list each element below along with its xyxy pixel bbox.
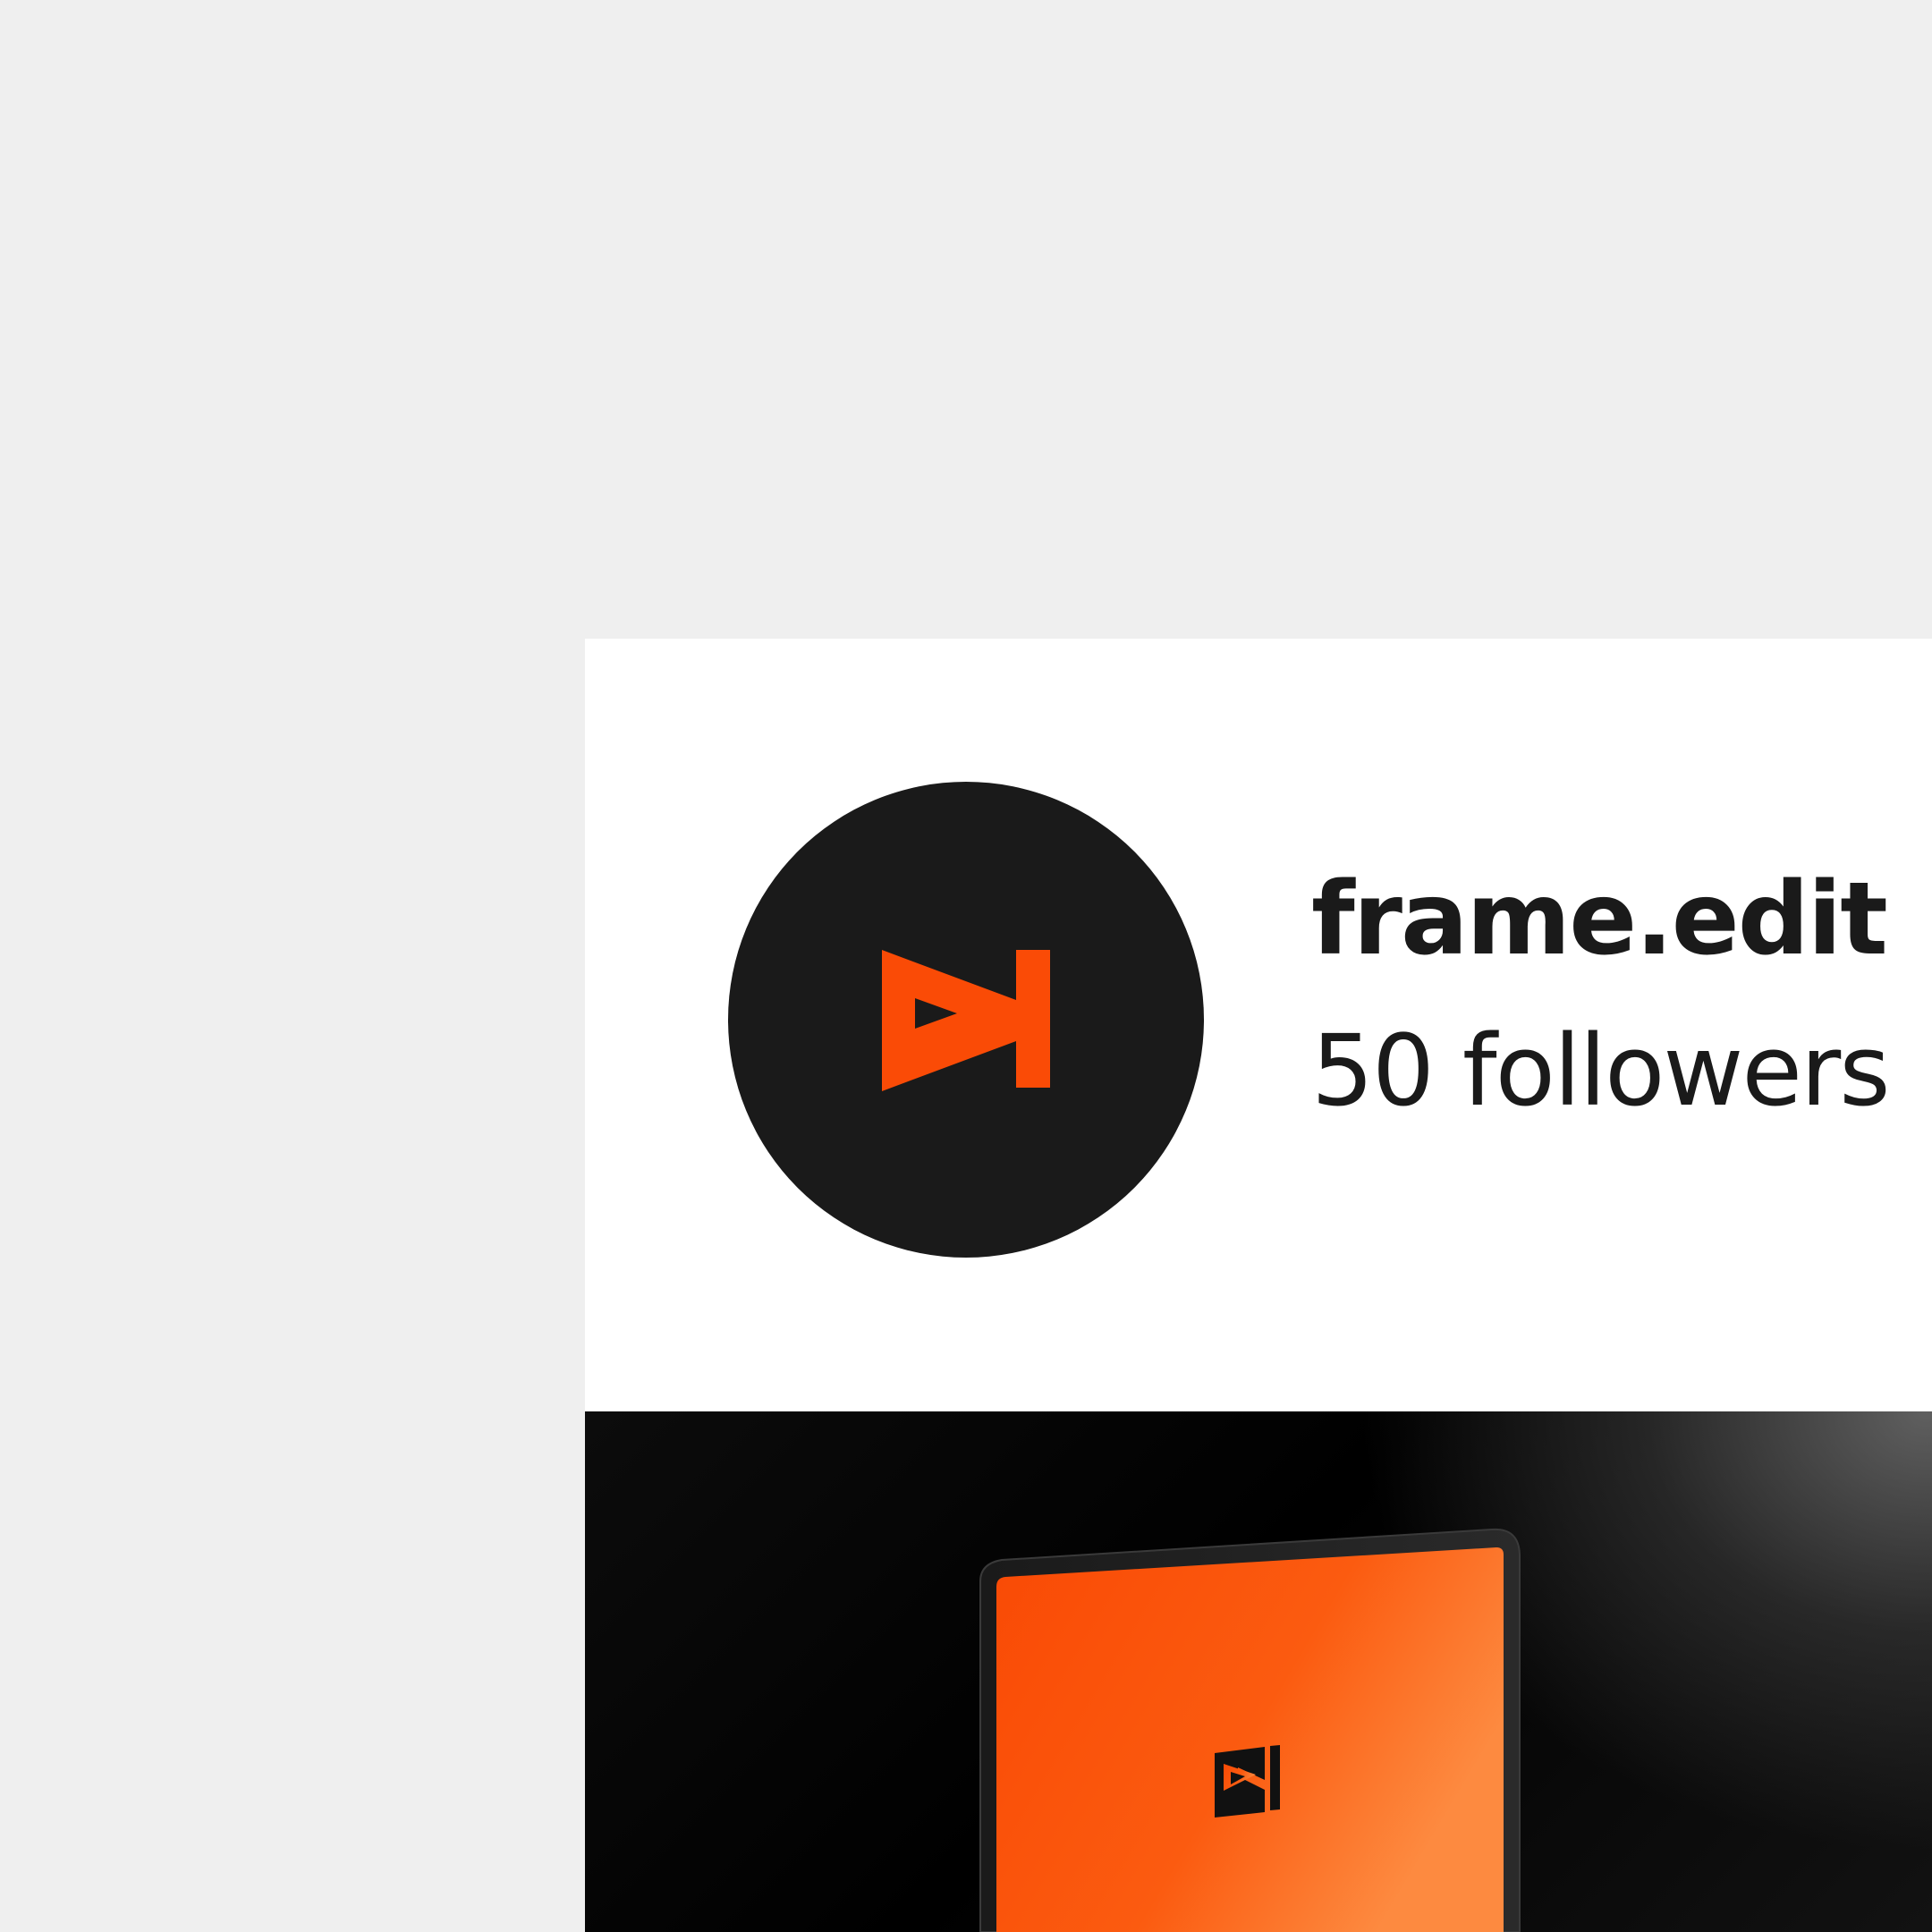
profile-header: frame.edit 50 followers (585, 639, 1932, 1411)
profile-name: frame.edit (1311, 861, 1888, 978)
cover-image (585, 1411, 1932, 1932)
followers-count: 50 followers (1311, 1013, 1891, 1128)
device-mockup-image (979, 1528, 1521, 1932)
screen-logo-icon (1215, 1745, 1280, 1818)
avatar[interactable] (728, 782, 1204, 1258)
page: frame.edit 50 followers (0, 0, 1932, 1932)
frame-edit-logo-icon (882, 950, 1050, 1091)
profile-card: frame.edit 50 followers (585, 639, 1932, 1932)
